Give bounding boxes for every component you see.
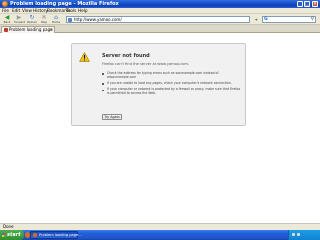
firefox-window: Problem loading page - Mozilla Firefox _… (0, 0, 320, 240)
windows-logo-icon (2, 233, 6, 237)
address-bar[interactable]: http://www.yamoo.com/ (66, 16, 250, 23)
address-text: http://www.yamoo.com/ (74, 17, 122, 22)
navigation-toolbar: ◀ Back ▶ Forward ↻ Reload ✖ Stop ⌂ Home … (0, 14, 320, 25)
close-window-button[interactable]: × (312, 1, 318, 7)
site-favicon-icon (68, 18, 72, 22)
back-button[interactable]: ◀ Back (2, 15, 12, 24)
status-bar: Done (0, 223, 320, 230)
windows-taskbar: start Problem loading page... (0, 230, 320, 240)
start-button[interactable]: start (0, 230, 24, 240)
error-short-description: Firefox can't find the server at www.yam… (102, 62, 190, 66)
maximize-button[interactable]: □ (304, 1, 310, 7)
system-tray (288, 230, 320, 240)
taskbar-window-button[interactable]: Problem loading page... (30, 231, 82, 239)
reload-button[interactable]: ↻ Reload (27, 15, 37, 24)
firefox-logo-icon (33, 233, 37, 237)
firefox-logo-icon (2, 1, 8, 7)
window-title: Problem loading page - Mozilla Firefox (10, 1, 119, 7)
error-tab-icon (4, 28, 8, 32)
error-container: Server not found Firefox can't find the … (71, 43, 246, 126)
stop-button[interactable]: ✖ Stop (39, 15, 49, 24)
tab-problem-loading[interactable]: Problem loading page × (1, 26, 55, 33)
suggestion-item: Check the address for typing errors such… (102, 71, 242, 80)
error-title: Server not found (102, 53, 150, 59)
go-arrow-icon: ➜ (254, 17, 258, 22)
forward-button[interactable]: ▶ Forward (14, 15, 25, 24)
page-content: Server not found Firefox can't find the … (0, 33, 320, 223)
tray-network-icon[interactable] (292, 233, 295, 236)
search-icon[interactable]: ⚲ (311, 17, 314, 22)
home-button[interactable]: ⌂ Home (51, 15, 61, 24)
go-button[interactable]: ➜ (252, 16, 260, 23)
warning-icon (79, 52, 90, 62)
minimize-button[interactable]: _ (297, 1, 303, 7)
suggestion-item: If you are unable to load any pages, che… (102, 81, 242, 86)
error-suggestions: Check the address for typing errors such… (102, 71, 242, 98)
search-box[interactable]: G ⚲ (262, 16, 316, 23)
try-again-button[interactable]: Try Again (102, 114, 122, 120)
suggestion-item: If your computer or network is protected… (102, 88, 242, 96)
google-icon: G (264, 17, 268, 22)
tab-strip: Problem loading page × (0, 25, 320, 33)
tray-volume-icon[interactable] (297, 233, 300, 236)
title-bar[interactable]: Problem loading page - Mozilla Firefox _… (0, 0, 320, 8)
